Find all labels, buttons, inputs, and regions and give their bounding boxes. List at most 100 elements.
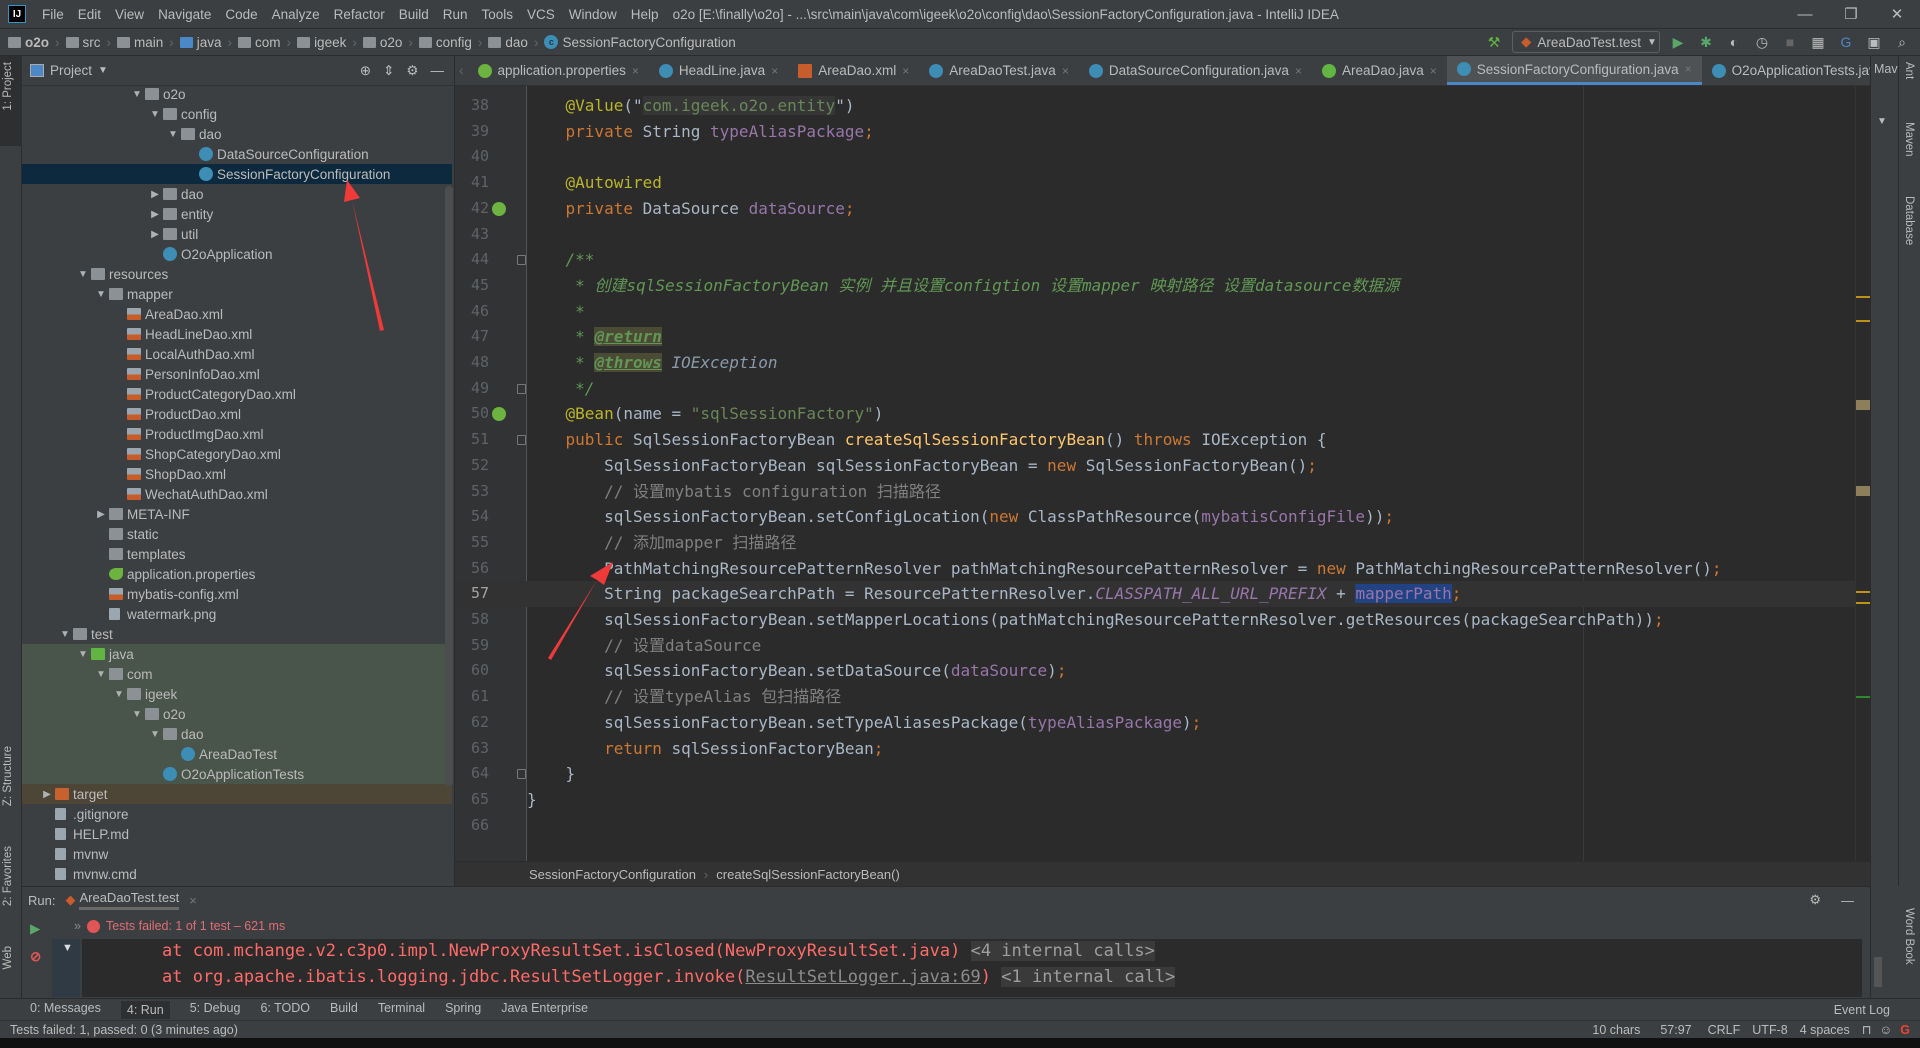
tree-item[interactable]: HeadLineDao.xml [22,324,452,344]
tree-item[interactable]: ▶ META-INF [22,504,452,524]
structure-tool-button[interactable]: Z: Structure [2,746,14,806]
menu-window[interactable]: Window [563,7,625,22]
console-output[interactable]: at com.mchange.v2.c3p0.impl.NewProxyResu… [82,939,1862,997]
collapsed-arrow-icon[interactable]: ▶ [149,189,161,200]
test-tree-panel[interactable]: ▼ [52,939,80,997]
line-separator[interactable]: CRLF [1708,1023,1741,1037]
collapsed-arrow-icon[interactable]: ▶ [149,229,161,240]
expanded-arrow-icon[interactable]: ▼ [77,269,89,280]
status-message[interactable]: Tests failed: 1, passed: 0 (3 minutes ag… [10,1023,238,1037]
menu-edit[interactable]: Edit [72,7,109,22]
tree-item[interactable]: mvnw [22,844,452,864]
editor-tab[interactable]: SessionFactoryConfiguration.java × [1446,56,1702,85]
breadcrumb-method[interactable]: createSqlSessionFactoryBean() [716,867,900,882]
nav-crumb[interactable]: c SessionFactoryConfiguration [544,35,736,50]
debug-icon[interactable]: ✱ [1696,32,1716,52]
tree-item[interactable]: mvnw.cmd [22,864,452,884]
tree-item[interactable]: ▼ test [22,624,452,644]
lock-icon[interactable]: ⊓ [1862,1022,1872,1037]
tree-item[interactable]: ▼ com [22,664,452,684]
tree-item[interactable]: ▼ igeek [22,684,452,704]
rerun-icon[interactable]: ▶ [30,921,40,937]
tree-item[interactable]: ▶ util [22,224,452,244]
source-link[interactable]: ResultSetLogger.java:69 [745,967,980,987]
console-scrollbar[interactable] [1874,957,1882,987]
tool-tab-debug[interactable]: 5: Debug [190,1001,241,1019]
tree-item[interactable]: WechatAuthDao.xml [22,484,452,504]
spring-bean-gutter-icon[interactable] [492,407,506,422]
close-tab-icon[interactable]: × [771,64,778,78]
error-stripe[interactable] [1855,86,1870,861]
event-log-button[interactable]: Event Log [1834,1003,1890,1017]
terminal-window-icon[interactable]: ▣ [1864,32,1884,52]
tree-item[interactable]: ▶ target [22,784,452,804]
tree-item[interactable]: ProductImgDao.xml [22,424,452,444]
minimize-button[interactable]: — [1782,0,1828,28]
tree-item[interactable]: .gitignore [22,804,452,824]
database-tool-button[interactable]: Database [1903,196,1915,245]
menu-refactor[interactable]: Refactor [328,7,393,22]
expand-icon[interactable]: ▼ [1877,116,1887,127]
tree-item[interactable]: O2oApplicationTests [22,764,452,784]
menu-file[interactable]: File [36,7,72,22]
tool-tab-spring[interactable]: Spring [445,1001,481,1019]
tree-item[interactable]: static [22,524,452,544]
expand-icon[interactable]: » [74,919,81,933]
tree-item[interactable]: ▼ resources [22,264,452,284]
tree-item[interactable]: ▶ entity [22,204,452,224]
expanded-arrow-icon[interactable]: ▼ [149,109,161,120]
maximize-button[interactable]: ❐ [1828,0,1874,28]
tree-item[interactable]: application.properties [22,564,452,584]
editor-tab[interactable]: AreaDao.xml × [788,56,919,85]
tree-item[interactable]: HELP.md [22,824,452,844]
tree-item[interactable]: AreaDao.xml [22,304,452,324]
tree-item[interactable]: ▼ dao [22,724,452,744]
build-hammer-icon[interactable]: ⚒ [1484,32,1504,52]
close-tab-icon[interactable]: × [902,64,909,78]
tool-tab-build[interactable]: Build [330,1001,358,1019]
editor-tab[interactable]: DataSourceConfiguration.java × [1079,56,1312,85]
tree-item[interactable]: watermark.png [22,604,452,624]
indent-setting[interactable]: 4 spaces [1800,1023,1850,1037]
translate-icon[interactable]: G [1836,32,1856,52]
nav-crumb[interactable]: dao › [488,35,544,50]
menu-navigate[interactable]: Navigate [152,7,219,22]
nav-crumb[interactable]: config › [418,35,489,50]
run-icon[interactable]: ▶ [1668,32,1688,52]
expanded-arrow-icon[interactable]: ▼ [167,129,179,140]
tree-item[interactable]: mybatis-config.xml [22,584,452,604]
nav-crumb[interactable]: com › [238,35,297,50]
tree-item[interactable]: ShopCategoryDao.xml [22,444,452,464]
tool-tab-terminal[interactable]: Terminal [378,1001,425,1019]
gear-icon[interactable]: ⚙ [1809,892,1821,908]
internal-calls-fold[interactable]: <1 internal call> [1001,967,1176,987]
editor-tab[interactable]: O2oApplicationTests.java× [1702,56,1870,85]
favorites-tool-button[interactable]: 2: Favorites [2,846,14,906]
breadcrumb-class[interactable]: SessionFactoryConfiguration [529,867,696,882]
nav-crumb[interactable]: src › [65,35,118,50]
editor-tab[interactable]: AreaDaoTest.java × [919,56,1079,85]
close-tab-icon[interactable]: × [1062,64,1069,78]
expanded-arrow-icon[interactable]: ▼ [95,669,107,680]
coverage-icon[interactable]: ◐ [1724,32,1744,52]
profile-icon[interactable]: ◷ [1752,32,1772,52]
tree-item[interactable]: DataSourceConfiguration [22,144,452,164]
expanded-arrow-icon[interactable]: ▼ [59,629,71,640]
scroll-tabs-left-icon[interactable]: ‹ [455,56,468,85]
tree-item[interactable]: SessionFactoryConfiguration [22,164,452,184]
tool-tab-messages[interactable]: 0: Messages [30,1001,101,1019]
tree-item[interactable]: ProductDao.xml [22,404,452,424]
close-tab-icon[interactable]: × [1685,62,1692,76]
fold-marker-icon[interactable] [517,255,526,266]
tree-item[interactable]: ▼ dao [22,124,452,144]
tool-tab-javaenterprise[interactable]: Java Enterprise [501,1001,588,1019]
expanded-arrow-icon[interactable]: ▼ [149,729,161,740]
tree-item[interactable]: ▼ o2o [22,84,452,104]
tree-item[interactable]: LocalAuthDao.xml [22,344,452,364]
stop-icon[interactable]: ■ [1780,32,1800,52]
menu-tools[interactable]: Tools [476,7,522,22]
inspector-icon[interactable]: ☺ [1880,1023,1893,1037]
fold-marker-icon[interactable] [517,435,526,446]
editor-tab[interactable]: AreaDao.java × [1312,56,1447,85]
ant-tool-button[interactable]: Ant [1903,62,1915,79]
